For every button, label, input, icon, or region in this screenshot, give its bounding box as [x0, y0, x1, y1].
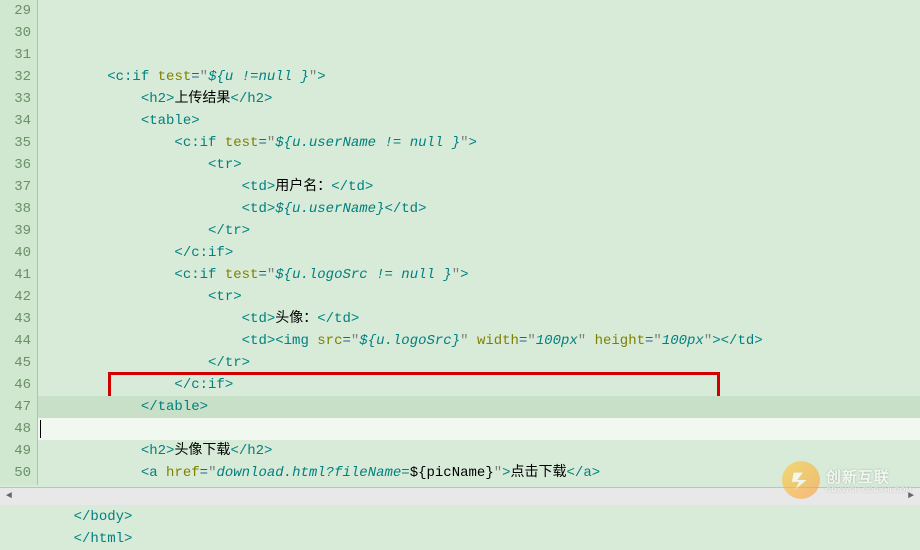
code-line[interactable]: <tr> [38, 154, 920, 176]
line-number-gutter: 2930313233343536373839404142434445464748… [0, 0, 38, 485]
line-number: 50 [0, 462, 31, 484]
line-number: 35 [0, 132, 31, 154]
line-number: 41 [0, 264, 31, 286]
code-line[interactable]: <h2>上传结果</h2> [38, 88, 920, 110]
line-number: 43 [0, 308, 31, 330]
logo-text-en: CDXWCK.CDCXHLCOM [826, 487, 912, 494]
code-line[interactable]: <c:if test="${u.userName != null }"> [38, 132, 920, 154]
code-line[interactable]: </body> [38, 506, 920, 528]
line-number: 40 [0, 242, 31, 264]
line-number: 44 [0, 330, 31, 352]
text-cursor [40, 420, 41, 438]
scroll-track[interactable] [18, 489, 902, 505]
code-line[interactable]: <tr> [38, 286, 920, 308]
line-number: 45 [0, 352, 31, 374]
watermark-logo: 创新互联 CDXWCK.CDCXHLCOM [782, 461, 912, 499]
line-number: 30 [0, 22, 31, 44]
logo-icon [782, 461, 820, 499]
code-line[interactable] [38, 418, 920, 440]
line-number: 37 [0, 176, 31, 198]
line-number: 42 [0, 286, 31, 308]
line-number: 47 [0, 396, 31, 418]
code-editor[interactable]: 2930313233343536373839404142434445464748… [0, 0, 920, 485]
code-line[interactable]: </tr> [38, 220, 920, 242]
line-number: 38 [0, 198, 31, 220]
line-number: 29 [0, 0, 31, 22]
code-line[interactable]: <c:if test="${u.logoSrc != null }"> [38, 264, 920, 286]
logo-text-cn: 创新互联 [826, 466, 912, 487]
code-line[interactable]: <td>用户名：</td> [38, 176, 920, 198]
code-line[interactable]: </c:if> [38, 374, 920, 396]
code-line[interactable]: </html> [38, 528, 920, 550]
line-number: 46 [0, 374, 31, 396]
line-number: 49 [0, 440, 31, 462]
scroll-left-arrow[interactable]: ◄ [0, 489, 18, 505]
code-line[interactable]: </c:if> [38, 242, 920, 264]
code-line[interactable]: </tr> [38, 352, 920, 374]
line-number: 36 [0, 154, 31, 176]
code-line[interactable]: <td>头像：</td> [38, 308, 920, 330]
line-number: 32 [0, 66, 31, 88]
code-line[interactable]: <h2>头像下载</h2> [38, 440, 920, 462]
line-number: 33 [0, 88, 31, 110]
code-line[interactable]: <td>${u.userName}</td> [38, 198, 920, 220]
line-number: 34 [0, 110, 31, 132]
code-line[interactable]: <table> [38, 110, 920, 132]
line-number: 48 [0, 418, 31, 440]
code-line[interactable]: <td><img src="${u.logoSrc}" width="100px… [38, 330, 920, 352]
code-area[interactable]: <c:if test="${u !=null }"> <h2>上传结果</h2>… [38, 0, 920, 485]
line-number: 31 [0, 44, 31, 66]
code-line[interactable]: </table> [38, 396, 920, 418]
code-line[interactable]: <c:if test="${u !=null }"> [38, 66, 920, 88]
line-number: 39 [0, 220, 31, 242]
